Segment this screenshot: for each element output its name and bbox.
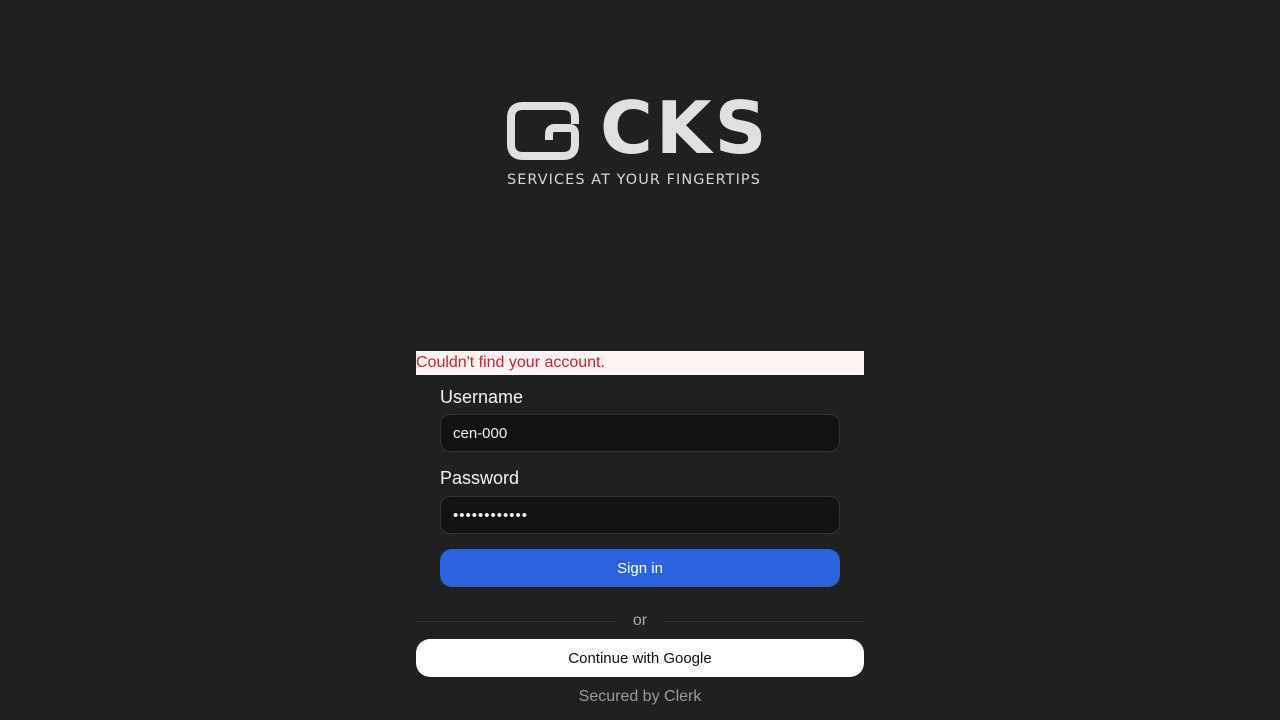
sign-in-page: CKS SERVICES AT YOUR FINGERTIPS Couldn't… [0,0,1280,720]
sign-in-button[interactable]: Sign in [440,549,840,587]
continue-with-google-button[interactable]: Continue with Google [416,639,864,677]
secured-by-clerk: Secured by Clerk [578,688,702,705]
divider-line-left [416,621,616,622]
brand-tagline: SERVICES AT YOUR FINGERTIPS [507,172,761,188]
cks-logo-icon [507,102,579,160]
password-label: Password [440,468,520,488]
brand-name: CKS [600,86,770,170]
password-input[interactable] [440,496,840,534]
error-message: Couldn't find your account. [416,351,864,375]
brand-logo: CKS SERVICES AT YOUR FINGERTIPS [505,90,785,194]
username-label: Username [440,387,524,407]
divider-line-right [664,621,864,622]
username-input[interactable] [440,414,840,452]
divider-or: or [632,612,648,629]
